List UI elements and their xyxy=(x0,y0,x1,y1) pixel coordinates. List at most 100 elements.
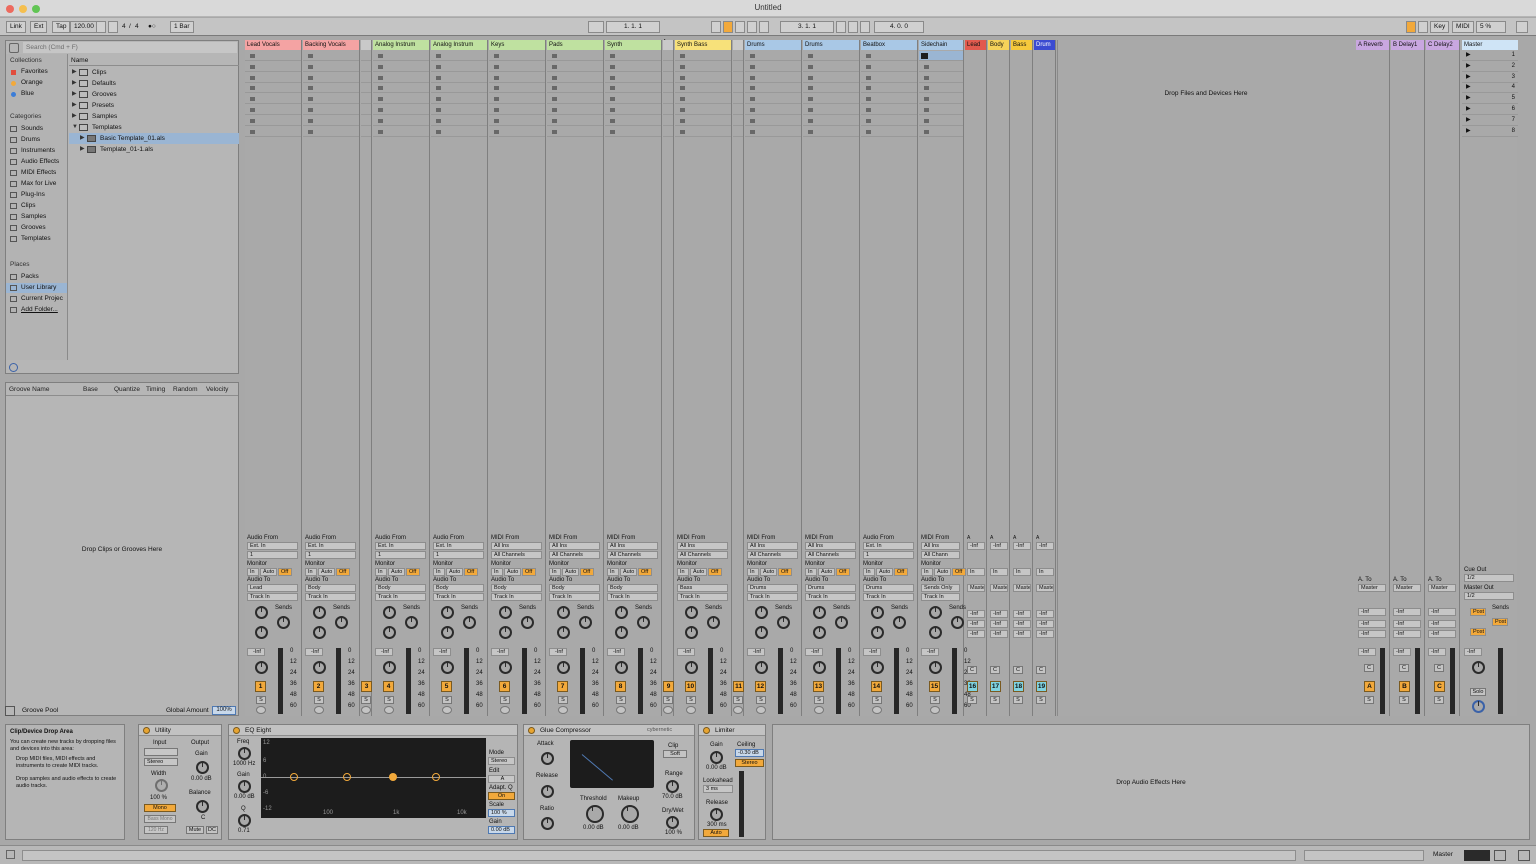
group-track-header[interactable]: Bass xyxy=(1011,40,1032,50)
clip-stop-icon[interactable] xyxy=(750,54,755,58)
clip-slot[interactable] xyxy=(361,73,371,83)
clip-stop-icon[interactable] xyxy=(552,86,557,91)
release-knob[interactable] xyxy=(541,785,554,798)
clip-stop-icon[interactable] xyxy=(808,75,813,80)
output-select[interactable]: Lead xyxy=(247,584,298,592)
monitor-auto-button[interactable]: Auto xyxy=(876,568,893,576)
post-button-b[interactable]: Post xyxy=(1492,618,1508,626)
arm-button[interactable] xyxy=(314,706,324,714)
session-record-icon[interactable] xyxy=(747,21,757,33)
clip-slot[interactable] xyxy=(489,62,545,72)
output-channel-select[interactable]: Track In xyxy=(607,593,658,601)
groove-pool-icon[interactable] xyxy=(5,706,15,716)
clip-stop-icon[interactable] xyxy=(866,64,871,69)
sidebar-item-templates[interactable]: Templates xyxy=(6,234,67,244)
clip-slot[interactable] xyxy=(663,73,673,83)
clip-stop-icon[interactable] xyxy=(750,86,755,91)
clip-stop-icon[interactable] xyxy=(436,118,441,123)
volume-value[interactable]: -Inf xyxy=(549,648,567,656)
solo-button[interactable]: S xyxy=(814,696,824,704)
pan-knob[interactable] xyxy=(557,661,570,674)
return-activator[interactable]: A xyxy=(1364,681,1375,692)
input-channel-select[interactable]: All Channels xyxy=(677,551,728,559)
scene-launch-icon[interactable]: ▶ xyxy=(1466,83,1471,90)
track-header[interactable]: Sidechain xyxy=(919,40,963,50)
scene-launch-icon[interactable]: ▶ xyxy=(1466,116,1471,123)
timing-header[interactable]: Timing xyxy=(146,386,165,393)
crossfade-button[interactable]: C xyxy=(1364,664,1374,672)
clip-stop-icon[interactable] xyxy=(250,129,255,134)
width-knob[interactable] xyxy=(155,779,168,792)
clip-stop-icon[interactable] xyxy=(808,64,813,69)
list-item[interactable]: ▶ Samples xyxy=(69,111,239,122)
arrangement-position[interactable]: 1. 1. 1 xyxy=(606,21,660,33)
master-out-select[interactable]: 1/2 xyxy=(1464,592,1514,600)
soft-clip-button[interactable]: Soft xyxy=(663,750,687,758)
clip-slot[interactable] xyxy=(605,83,661,94)
clip-stop-icon[interactable] xyxy=(494,118,499,123)
clip-slot[interactable] xyxy=(919,127,963,137)
bass-mono-button[interactable]: Bass Mono xyxy=(144,815,176,823)
solo-button[interactable]: S xyxy=(384,696,394,704)
solo-button[interactable]: S xyxy=(314,696,324,704)
glue-compressor-header[interactable]: Glue Compressor cybernetic xyxy=(524,725,694,736)
loop-switch-icon[interactable] xyxy=(759,21,769,33)
clip-slot[interactable] xyxy=(861,116,917,126)
dc-button[interactable]: DC xyxy=(206,826,218,834)
arm-button[interactable] xyxy=(558,706,568,714)
solo-button[interactable]: S xyxy=(500,696,510,704)
clip-stop-icon[interactable] xyxy=(924,129,929,134)
clip-slot[interactable] xyxy=(605,51,661,61)
monitor-off-button[interactable]: Off xyxy=(894,568,908,576)
list-item[interactable]: ▶ Defaults xyxy=(69,78,239,89)
solo-button[interactable]: S xyxy=(756,696,766,704)
monitor-select[interactable]: In xyxy=(1013,568,1031,576)
clip-stop-icon[interactable] xyxy=(866,86,871,91)
input-channel-select[interactable]: 1 xyxy=(247,551,298,559)
clip-slot[interactable] xyxy=(861,62,917,72)
edit-select[interactable]: A xyxy=(488,775,515,783)
monitor-in-button[interactable]: In xyxy=(747,568,759,576)
clip-stop-icon[interactable] xyxy=(436,54,441,58)
output-channel-select[interactable]: Track In xyxy=(677,593,728,601)
clip-slot[interactable] xyxy=(361,83,371,94)
input-channel-select[interactable]: All Chann xyxy=(921,551,960,559)
list-item[interactable]: ▶ Grooves xyxy=(69,89,239,100)
sidebar-item-audio-effects[interactable]: Audio Effects xyxy=(6,157,67,167)
track-header[interactable]: Analog Instrum xyxy=(431,40,487,50)
clip-stop-icon[interactable] xyxy=(610,129,615,134)
clip-stop-icon[interactable] xyxy=(921,53,928,59)
volume-value[interactable]: -Inf xyxy=(921,648,939,656)
volume-value[interactable]: -Inf xyxy=(491,648,509,656)
volume-value[interactable]: -Inf xyxy=(305,648,323,656)
arm-button[interactable] xyxy=(384,706,394,714)
ext-sync-button[interactable]: Ext xyxy=(30,21,48,33)
clip-stop-icon[interactable] xyxy=(436,129,441,134)
send-b-knob[interactable] xyxy=(707,616,720,629)
crossfade-button[interactable]: C xyxy=(1036,666,1046,674)
device-power-icon[interactable] xyxy=(233,727,240,734)
clip-slot[interactable] xyxy=(803,94,859,105)
clip-stop-icon[interactable] xyxy=(610,118,615,123)
clip-slot[interactable] xyxy=(745,51,801,61)
clip-slot[interactable] xyxy=(663,127,673,137)
clip-stop-icon[interactable] xyxy=(308,54,313,58)
monitor-off-button[interactable]: Off xyxy=(638,568,652,576)
nudge-down-button[interactable] xyxy=(96,21,106,33)
clip-slot[interactable] xyxy=(373,73,429,83)
clip-slot[interactable] xyxy=(861,73,917,83)
sidebar-item-grooves[interactable]: Grooves xyxy=(6,223,67,233)
send-b-value[interactable]: -Inf xyxy=(967,620,985,628)
clip-slot[interactable] xyxy=(431,73,487,83)
signature-denominator[interactable]: 4 xyxy=(135,22,139,32)
track-header[interactable]: Drums xyxy=(745,40,801,50)
clip-slot[interactable] xyxy=(663,94,673,105)
clip-slot[interactable] xyxy=(547,62,603,72)
mute-button[interactable]: Mute xyxy=(186,826,204,834)
volume-value[interactable]: -Inf xyxy=(433,648,451,656)
clip-stop-icon[interactable] xyxy=(680,86,685,91)
send-c-knob[interactable] xyxy=(383,626,396,639)
clip-slot[interactable] xyxy=(675,94,731,105)
send-a-value[interactable]: -Inf xyxy=(1393,608,1421,616)
output-select[interactable]: Bass xyxy=(677,584,728,592)
